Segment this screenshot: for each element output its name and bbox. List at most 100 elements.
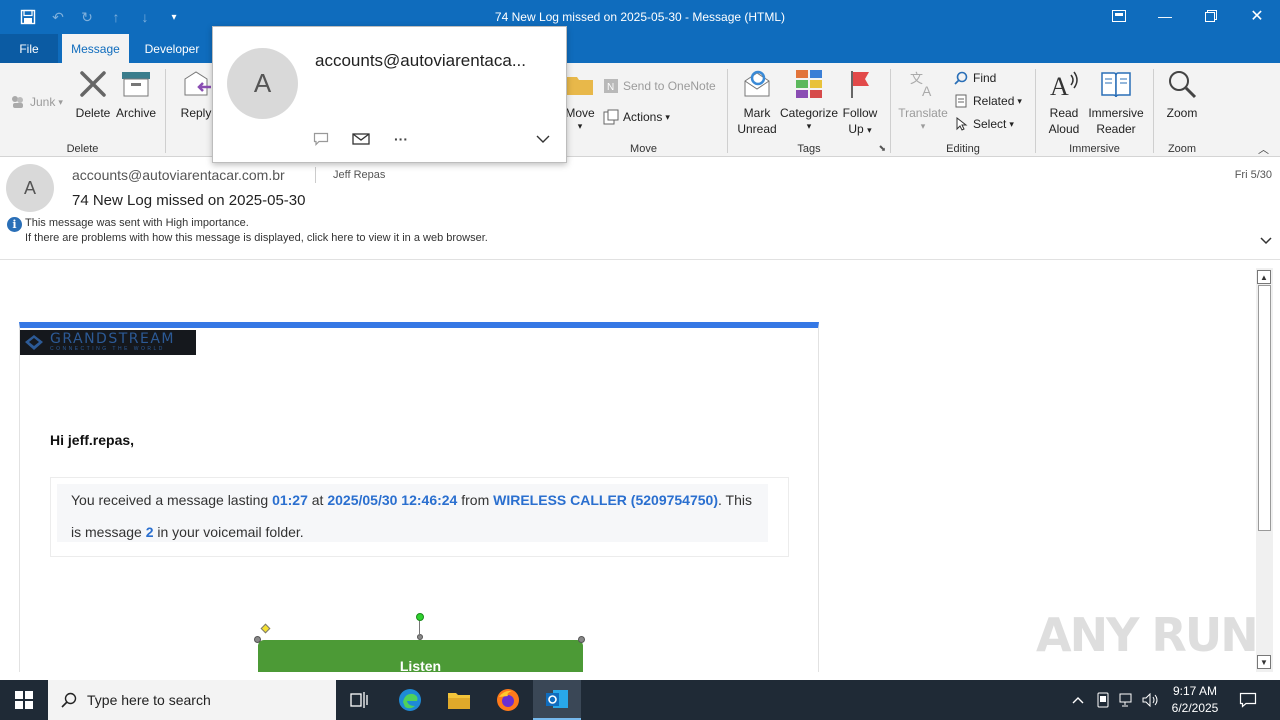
previous-item-icon[interactable]: ↑ <box>106 7 126 27</box>
move-button[interactable]: Move ▾ <box>564 67 596 131</box>
actions-button[interactable]: Actions ▾ <box>603 108 670 126</box>
reply-button[interactable]: Reply <box>176 67 216 121</box>
scroll-down-icon[interactable]: ▼ <box>1257 655 1271 669</box>
redo-icon[interactable]: ↻ <box>77 7 97 27</box>
svg-text:N: N <box>607 82 614 93</box>
related-button[interactable]: Related ▾ <box>953 92 1022 110</box>
zoom-button[interactable]: Zoom <box>1162 67 1202 121</box>
voicemail-line-2: is message 2 in your voicemail folder. <box>71 524 304 540</box>
grandstream-logo: GRANDSTREAM CONNECTING THE WORLD <box>20 330 196 355</box>
show-hidden-icons-icon[interactable] <box>1068 680 1088 720</box>
find-label: Find <box>973 71 997 85</box>
mark-unread-label-2: Unread <box>737 122 777 136</box>
delete-label: Delete <box>75 106 111 120</box>
minimize-icon[interactable]: — <box>1142 0 1188 32</box>
read-aloud-label-2: Aloud <box>1048 122 1080 136</box>
collapse-ribbon-icon[interactable]: ︿ <box>1258 141 1269 157</box>
actions-icon <box>603 109 619 125</box>
vertical-scrollbar[interactable]: ▲ ▼ <box>1256 268 1273 672</box>
save-icon[interactable] <box>18 7 38 27</box>
mark-unread-label-1: Mark <box>743 106 771 120</box>
next-item-icon[interactable]: ↓ <box>135 7 155 27</box>
scroll-up-icon[interactable]: ▲ <box>1257 270 1271 284</box>
immersive-reader-button[interactable]: Immersive Reader <box>1086 67 1146 137</box>
more-options-icon[interactable]: ··· <box>391 129 411 149</box>
select-button[interactable]: Select ▾ <box>953 115 1014 133</box>
outlook-message-window: ↶ ↻ ↑ ↓ ▾ 74 New Log missed on 2025-05-3… <box>0 0 1280 720</box>
expand-card-icon[interactable] <box>533 129 553 149</box>
logo-tagline: CONNECTING THE WORLD <box>50 346 165 352</box>
scroll-thumb[interactable] <box>1258 285 1271 531</box>
view-in-browser-notice[interactable]: If there are problems with how this mess… <box>25 232 488 244</box>
tags-group-label: Tags <box>797 143 821 155</box>
send-to-onenote-label: Send to OneNote <box>623 79 716 93</box>
mark-unread-icon <box>740 67 774 101</box>
message-header: A accounts@autoviarentacar.com.br Jeff R… <box>0 158 1280 260</box>
resize-handle[interactable] <box>578 636 585 643</box>
follow-up-button[interactable]: Follow Up ▾ <box>840 67 880 138</box>
listen-label: Listen <box>399 658 442 672</box>
contact-avatar: A <box>227 48 298 119</box>
rotate-handle[interactable] <box>416 613 424 621</box>
watermark: ANY RUN <box>1036 608 1259 662</box>
task-view-icon[interactable] <box>336 680 384 720</box>
resize-handle[interactable] <box>417 634 423 640</box>
mark-unread-button[interactable]: Mark Unread <box>734 67 780 137</box>
junk-button[interactable]: Junk ▾ <box>10 93 63 111</box>
svg-text:A: A <box>922 83 932 99</box>
tab-developer[interactable]: Developer <box>134 34 210 63</box>
resize-handle[interactable] <box>254 636 261 643</box>
outlook-taskbar-icon[interactable] <box>533 680 581 720</box>
customize-toolbar-icon[interactable]: ▾ <box>164 7 184 27</box>
sender-avatar[interactable]: A <box>6 164 54 212</box>
firefox-icon[interactable] <box>484 680 532 720</box>
delete-button[interactable]: Delete <box>74 67 112 121</box>
taskbar-search[interactable]: Type here to search <box>48 680 336 720</box>
find-button[interactable]: Find <box>953 69 996 87</box>
sender-address[interactable]: accounts@autoviarentacar.com.br <box>72 167 285 183</box>
ribbon-display-options-icon[interactable] <box>1096 0 1142 32</box>
notifications-icon[interactable] <box>1234 680 1262 720</box>
flag-icon <box>843 67 877 101</box>
taskbar-clock[interactable]: 9:17 AM 6/2/2025 <box>1164 683 1226 717</box>
junk-icon <box>10 94 26 110</box>
message-number: 2 <box>145 524 154 540</box>
listen-button[interactable]: Listen <box>258 640 583 672</box>
clock-time: 9:17 AM <box>1172 684 1218 698</box>
volume-icon[interactable] <box>1140 680 1162 720</box>
tab-message[interactable]: Message <box>62 34 129 63</box>
voicemail-line-1: You received a message lasting 01:27 at … <box>71 492 752 508</box>
undo-icon[interactable]: ↶ <box>48 7 68 27</box>
zoom-group: Zoom Zoom <box>1154 63 1210 157</box>
info-icon: i <box>7 217 22 232</box>
categorize-button[interactable]: Categorize ▾ <box>780 67 838 131</box>
dialog-launcher-icon[interactable]: ⬊ <box>878 143 886 154</box>
edge-icon[interactable] <box>386 680 434 720</box>
recipient-name[interactable]: Jeff Repas <box>333 169 385 181</box>
tab-file[interactable]: File <box>0 34 58 63</box>
read-aloud-button[interactable]: A Read Aloud <box>1044 67 1084 137</box>
chat-icon[interactable] <box>311 129 331 149</box>
network-icon[interactable] <box>1116 680 1138 720</box>
select-label: Select <box>973 117 1007 131</box>
archive-icon <box>119 67 153 101</box>
device-icon[interactable] <box>1093 680 1113 720</box>
restore-icon[interactable] <box>1188 0 1234 32</box>
mail-icon[interactable] <box>351 129 371 149</box>
chevron-down-icon[interactable] <box>1260 234 1272 248</box>
search-icon <box>61 692 77 708</box>
ribbon-tabs: File Message Developer <box>0 34 1280 63</box>
duration: 01:27 <box>272 492 308 508</box>
editing-group-label: Editing <box>946 143 980 155</box>
follow-up-label-2: Up ▾ <box>848 122 872 136</box>
file-explorer-icon[interactable] <box>435 680 483 720</box>
windows-start-icon[interactable] <box>0 680 48 720</box>
translate-button[interactable]: 文A Translate ▾ <box>898 67 948 131</box>
archive-button[interactable]: Archive <box>114 67 158 121</box>
close-icon[interactable]: ✕ <box>1234 0 1280 32</box>
contact-email[interactable]: accounts@autoviarentaca... <box>315 51 555 71</box>
adjust-handle[interactable] <box>260 623 271 634</box>
email-content: GRANDSTREAM CONNECTING THE WORLD Hi jeff… <box>19 322 819 672</box>
search-placeholder: Type here to search <box>87 692 211 708</box>
send-to-onenote-button[interactable]: N Send to OneNote <box>603 77 716 95</box>
